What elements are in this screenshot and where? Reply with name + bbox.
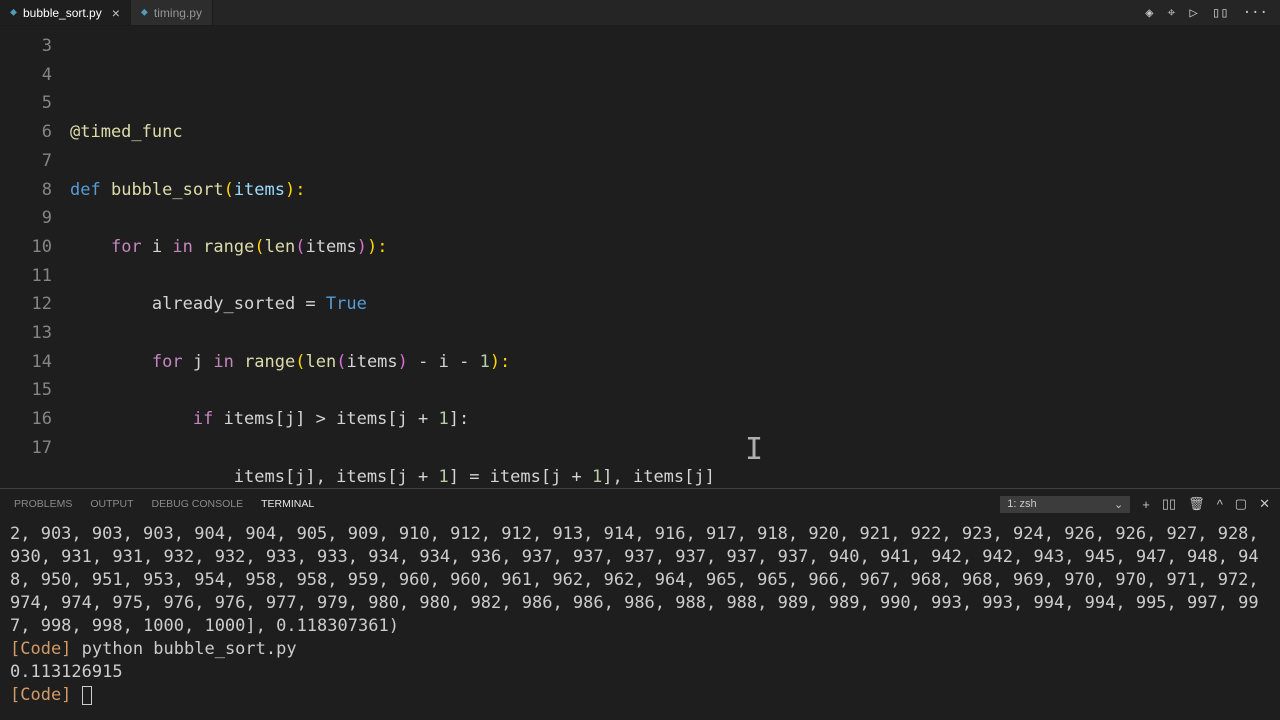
maximize-icon[interactable]: ▢ xyxy=(1235,496,1247,512)
line-number: 12 xyxy=(0,290,52,319)
code-line[interactable]: for i in range(len(items)): xyxy=(70,233,1280,262)
python-icon: ⬥ xyxy=(141,7,148,18)
tab-terminal[interactable]: TERMINAL xyxy=(261,498,314,510)
terminal-output[interactable]: 2, 903, 903, 903, 904, 904, 905, 909, 91… xyxy=(0,519,1280,720)
line-number: 13 xyxy=(0,319,52,348)
terminal-text: 2, 903, 903, 903, 904, 904, 905, 909, 91… xyxy=(10,524,1269,636)
compass-icon[interactable]: ⌖ xyxy=(1168,5,1176,21)
line-number: 16 xyxy=(0,405,52,434)
diamond-icon[interactable]: ◈ xyxy=(1145,5,1153,21)
line-number: 11 xyxy=(0,262,52,291)
line-gutter: 3 4 5 6 7 8 9 10 11 12 13 14 15 16 17 xyxy=(0,32,70,488)
line-number: 3 xyxy=(0,32,52,61)
tab-debug-console[interactable]: DEBUG CONSOLE xyxy=(152,498,244,510)
chevron-down-icon: ⌄ xyxy=(1114,498,1123,511)
split-terminal-icon[interactable]: ▯▯ xyxy=(1162,496,1176,512)
line-number: 5 xyxy=(0,89,52,118)
tab-label: timing.py xyxy=(154,6,202,20)
tab-label: bubble_sort.py xyxy=(23,6,102,20)
line-number: 6 xyxy=(0,118,52,147)
line-number: 7 xyxy=(0,147,52,176)
panel-header: PROBLEMS OUTPUT DEBUG CONSOLE TERMINAL 1… xyxy=(0,489,1280,519)
shell-selector[interactable]: 1: zsh ⌄ xyxy=(1000,496,1130,513)
tabs-container: ⬥ bubble_sort.py × ⬥ timing.py xyxy=(0,0,213,25)
tab-bubble-sort[interactable]: ⬥ bubble_sort.py × xyxy=(0,0,131,25)
line-number: 4 xyxy=(0,61,52,90)
editor-actions: ◈ ⌖ ▷ ▯▯ ··· xyxy=(1133,0,1280,25)
tab-bar: ⬥ bubble_sort.py × ⬥ timing.py ◈ ⌖ ▷ ▯▯ … xyxy=(0,0,1280,26)
line-number: 14 xyxy=(0,348,52,377)
line-number: 10 xyxy=(0,233,52,262)
code-line[interactable]: if items[j] > items[j + 1]: xyxy=(70,405,1280,434)
chevron-up-icon[interactable]: ^ xyxy=(1217,497,1223,512)
code-line[interactable]: already_sorted = True xyxy=(70,290,1280,319)
tab-timing[interactable]: ⬥ timing.py xyxy=(131,0,213,25)
line-number: 8 xyxy=(0,176,52,205)
terminal-cursor-icon xyxy=(82,686,92,705)
close-icon[interactable]: × xyxy=(112,6,120,20)
tab-output[interactable]: OUTPUT xyxy=(90,498,133,510)
code-line[interactable] xyxy=(70,61,1280,90)
code-line[interactable]: @timed_func xyxy=(70,118,1280,147)
panel-controls: 1: zsh ⌄ + ▯▯ 🗑 ^ ▢ ✕ xyxy=(1000,496,1270,513)
bottom-panel: PROBLEMS OUTPUT DEBUG CONSOLE TERMINAL 1… xyxy=(0,488,1280,720)
line-number: 15 xyxy=(0,376,52,405)
python-icon: ⬥ xyxy=(10,7,17,18)
code-line[interactable]: for j in range(len(items) - i - 1): xyxy=(70,348,1280,377)
line-number: 9 xyxy=(0,204,52,233)
code-runner-label: [Code] xyxy=(10,639,71,659)
code-line[interactable]: items[j], items[j + 1] = items[j + 1], i… xyxy=(70,463,1280,488)
editor[interactable]: 3 4 5 6 7 8 9 10 11 12 13 14 15 16 17 @t… xyxy=(0,26,1280,488)
code-runner-label: [Code] xyxy=(10,685,71,705)
run-icon[interactable]: ▷ xyxy=(1189,5,1197,21)
code-area[interactable]: @timed_func def bubble_sort(items): for … xyxy=(70,32,1280,488)
terminal-command: python bubble_sort.py xyxy=(71,639,296,659)
panel-tabs: PROBLEMS OUTPUT DEBUG CONSOLE TERMINAL xyxy=(14,498,314,510)
tab-problems[interactable]: PROBLEMS xyxy=(14,498,72,510)
close-panel-icon[interactable]: ✕ xyxy=(1259,496,1270,512)
trash-icon[interactable]: 🗑 xyxy=(1188,496,1205,512)
terminal-timing: 0.113126915 xyxy=(10,662,123,682)
line-number: 17 xyxy=(0,434,52,463)
more-icon[interactable]: ··· xyxy=(1243,5,1268,21)
code-line[interactable]: def bubble_sort(items): xyxy=(70,176,1280,205)
split-editor-icon[interactable]: ▯▯ xyxy=(1212,5,1229,21)
new-terminal-icon[interactable]: + xyxy=(1142,497,1150,512)
